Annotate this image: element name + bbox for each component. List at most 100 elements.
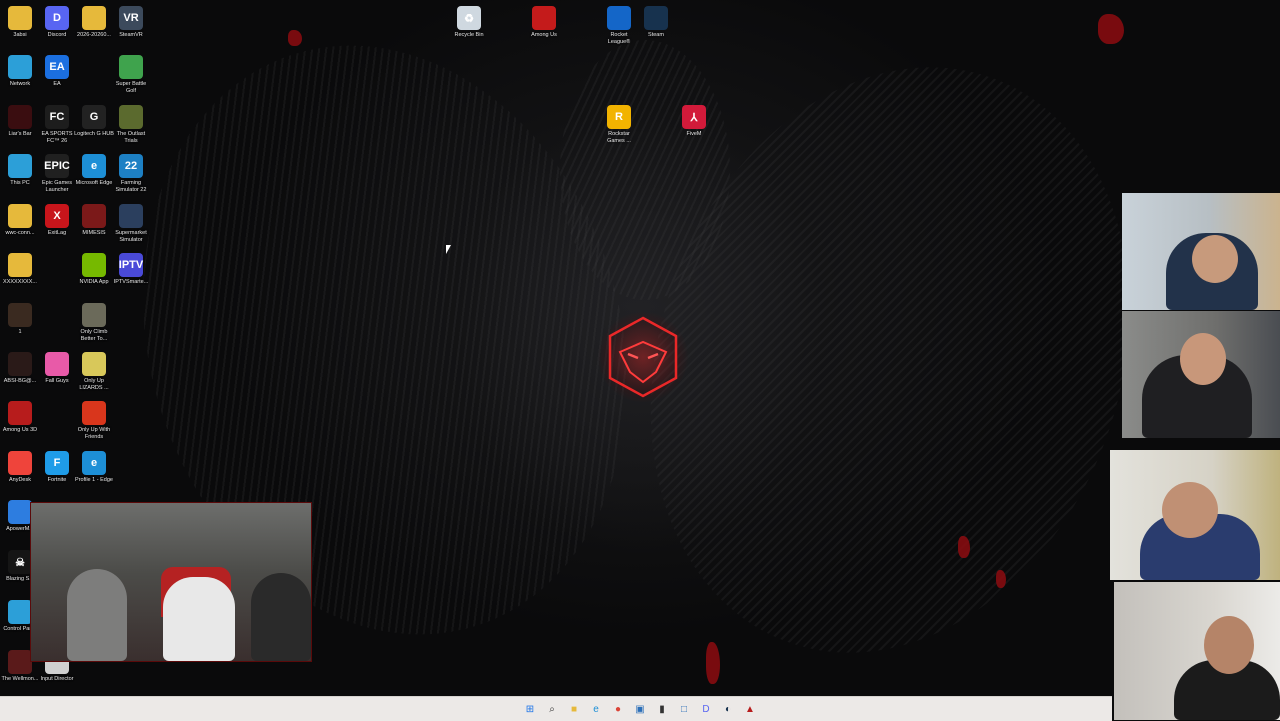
nvidia-app-icon	[82, 253, 106, 277]
desktop-icon-epic-games-launcher[interactable]: EPIC Epic Games Launcher	[37, 154, 77, 194]
desktop-icon-ea-sports-fc-26[interactable]: FC EA SPORTS FC™ 26	[37, 105, 77, 145]
edge-button[interactable]: e	[588, 701, 604, 717]
webcam-face	[1162, 482, 1218, 538]
only-climb-better-to-icon	[82, 303, 106, 327]
among-us-icon	[532, 6, 556, 30]
desktop-icon-anydesk[interactable]: AnyDesk	[0, 451, 40, 484]
desktop-icon-fivem[interactable]: ⅄ FiveM	[674, 105, 714, 138]
wallpaper-splatter	[288, 30, 302, 46]
desktop-icon-network[interactable]: Network	[0, 55, 40, 88]
desktop-icon-label: 3absi	[13, 32, 27, 38]
ea-icon: EA	[45, 55, 69, 79]
desktop-icon-label: Recycle Bin	[454, 32, 484, 38]
wallpaper-splatter	[996, 570, 1006, 588]
desktop-icon-wwc-conn[interactable]: wwc-conn...	[0, 204, 40, 237]
2026-20260-icon	[82, 6, 106, 30]
steam-button[interactable]: ◐	[720, 701, 736, 717]
desktop-icon-supermarket-simulator[interactable]: Supermarket Simulator	[111, 204, 151, 244]
search-button[interactable]: ⌕	[544, 701, 560, 717]
desktop-icon-farming-simulator-22[interactable]: 22 Farming Simulator 22	[111, 154, 151, 194]
desktop-icon-label: Farming Simulator 22	[115, 180, 147, 193]
desktop-icon-profile-1-edge[interactable]: e Profile 1 - Edge	[74, 451, 114, 484]
terminal-button[interactable]: ▮	[654, 701, 670, 717]
desktop-icon-label: Profile 1 - Edge	[75, 477, 113, 483]
desktop-icon-fortnite[interactable]: F Fortnite	[37, 451, 77, 484]
desktop-icon-exitlag[interactable]: X ExitLag	[37, 204, 77, 237]
desktop-icon-ea[interactable]: EA EA	[37, 55, 77, 88]
desktop-icon-only-up-with-friends[interactable]: Only Up With Friends	[74, 401, 114, 441]
desktop-icon-2026-20260[interactable]: 2026-20260...	[74, 6, 114, 39]
desktop-icon-logitech-g-hub[interactable]: G Logitech G HUB	[74, 105, 114, 138]
desktop-icon-label: Liar's Bar	[8, 131, 32, 137]
desktop-icon-label: Fall Guys	[45, 378, 69, 384]
desktop-icon-super-battle-golf[interactable]: Super Battle Golf	[111, 55, 151, 95]
desktop-icon-the-outlast-trials[interactable]: The Outlast Trials	[111, 105, 151, 145]
desktop-icon-among-us-3d[interactable]: Among Us 3D	[0, 401, 40, 434]
farming-simulator-22-icon: 22	[119, 154, 143, 178]
desktop-icon-label: FiveM	[686, 131, 702, 137]
control-panel-icon	[8, 600, 32, 624]
desktop-icon-nvidia-app[interactable]: NVIDIA App	[74, 253, 114, 286]
desktop-icon-label: The Outlast Trials	[116, 131, 146, 144]
desktop-icon-3absi[interactable]: 3absi	[0, 6, 40, 39]
this-pc-icon	[8, 154, 32, 178]
desktop-icon-liar-s-bar[interactable]: Liar's Bar	[0, 105, 40, 138]
wwc-conn-icon	[8, 204, 32, 228]
desktop-icon-label: Among Us	[531, 32, 557, 38]
desktop-icon-discord[interactable]: D Discord	[37, 6, 77, 39]
exitlag-icon: X	[45, 204, 69, 228]
super-battle-golf-icon	[119, 55, 143, 79]
desktop-icon-recycle-bin[interactable]: ♻ Recycle Bin	[449, 6, 489, 39]
desktop-icon-steamvr[interactable]: VR SteamVR	[111, 6, 151, 39]
desktop-icon-label: SteamVR	[119, 32, 143, 38]
app-button[interactable]: ▣	[632, 701, 648, 717]
desktop-icon-fall-guys[interactable]: Fall Guys	[37, 352, 77, 385]
desktop-icon-label: Discord	[47, 32, 67, 38]
wallpaper-splatter	[958, 536, 970, 558]
window-button[interactable]: □	[676, 701, 692, 717]
desktop-icon-only-up-lizards[interactable]: Only Up LIZARDS ...	[74, 352, 114, 392]
desktop-icon-mimesis[interactable]: MIMESIS	[74, 204, 114, 237]
desktop-icon-rockstar-games[interactable]: R Rockstar Games ...	[599, 105, 639, 145]
wallpaper-splatter	[1098, 14, 1124, 44]
network-icon	[8, 55, 32, 79]
desktop-icon-iptvsmarte[interactable]: IPTV IPTVSmarte...	[111, 253, 151, 286]
fall-guys-icon	[45, 352, 69, 376]
desktop-icon-label: 1	[18, 329, 22, 335]
recycle-bin-icon: ♻	[457, 6, 481, 30]
webcam-person	[67, 569, 127, 661]
desktop-icon-label: The Wellmon...	[1, 676, 39, 682]
apowerm-icon	[8, 500, 32, 524]
desktop-icon-label: wwc-conn...	[5, 230, 35, 236]
taskbar: ⊞ ⌕ ■ e ● ▣ ▮ □ D ◐ ▲	[0, 696, 1112, 721]
desktop-icon-xxxxxxxx[interactable]: XXXXXXXX...	[0, 253, 40, 286]
webcam-participant-3	[1110, 450, 1280, 580]
blazing-s-icon: ☠	[8, 550, 32, 574]
rocket-league-icon	[607, 6, 631, 30]
desktop-icon-rocket-league[interactable]: Rocket League®	[599, 6, 639, 46]
webcam-person	[251, 573, 311, 661]
desktop-icon-label: IPTVSmarte...	[113, 279, 149, 285]
desktop-icon-only-climb-better-to[interactable]: Only Climb Better To...	[74, 303, 114, 343]
desktop-icon-label: Fortnite	[47, 477, 67, 483]
only-up-lizards-icon	[82, 352, 106, 376]
only-up-with-friends-icon	[82, 401, 106, 425]
desktop-icon-steam[interactable]: Steam	[636, 6, 676, 39]
desktop-icon-absi-bg[interactable]: ABSI-BG@...	[0, 352, 40, 385]
desktop-icon-this-pc[interactable]: This PC	[0, 154, 40, 187]
desktop-icon-label: XXXXXXXX...	[3, 279, 37, 285]
chrome-button[interactable]: ●	[610, 701, 626, 717]
webcam-group-overlay	[30, 502, 312, 662]
profile-1-edge-icon: e	[82, 451, 106, 475]
discord-button[interactable]: D	[698, 701, 714, 717]
desktop-icon-label: This PC	[10, 180, 30, 186]
game-button[interactable]: ▲	[742, 701, 758, 717]
desktop-icon-label: Microsoft Edge	[75, 180, 113, 186]
desktop-icon-among-us[interactable]: Among Us	[524, 6, 564, 39]
desktop-icon-microsoft-edge[interactable]: e Microsoft Edge	[74, 154, 114, 187]
webcam-face	[1192, 235, 1238, 283]
file-explorer-button[interactable]: ■	[566, 701, 582, 717]
start-button[interactable]: ⊞	[522, 701, 538, 717]
desktop-icon-label: ABSI-BG@...	[3, 378, 37, 384]
desktop-icon-1[interactable]: 1	[0, 303, 40, 336]
